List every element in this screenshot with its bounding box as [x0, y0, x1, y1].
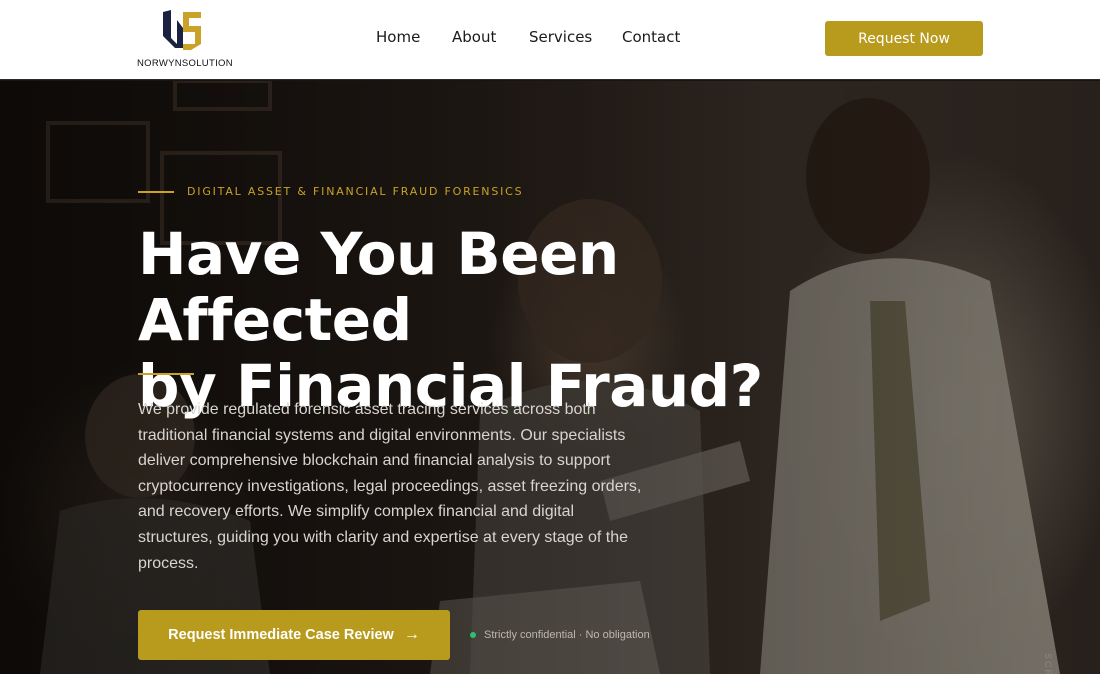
hero-headline: Have You Been Affected by Financial Frau…	[138, 221, 898, 419]
status-dot-icon	[470, 632, 476, 638]
request-now-button[interactable]: Request Now	[825, 21, 983, 56]
hero-headline-line-1: Have You Been Affected	[138, 220, 619, 354]
request-case-review-button[interactable]: Request Immediate Case Review →	[138, 610, 450, 660]
hero-description: We provide regulated forensic asset trac…	[138, 401, 642, 572]
confidentiality-note-text: Strictly confidential · No obligation	[484, 629, 650, 641]
headline-divider	[138, 373, 194, 375]
request-case-review-label: Request Immediate Case Review	[168, 627, 394, 643]
scroll-hint[interactable]: SCR	[1043, 653, 1053, 674]
eyebrow-divider	[138, 191, 174, 193]
confidentiality-note: Strictly confidential · No obligation	[470, 628, 650, 642]
site-header: NORWYNSOLUTION Home About Services Conta…	[0, 0, 1100, 80]
brand-logo[interactable]: NORWYNSOLUTION	[137, 8, 233, 70]
arrow-right-icon: →	[403, 626, 420, 643]
hero-eyebrow: DIGITAL ASSET & FINANCIAL FRAUD FORENSIC…	[187, 185, 524, 198]
nav-item-contact[interactable]: Contact	[622, 28, 680, 46]
brand-name: NORWYNSOLUTION	[137, 58, 233, 69]
logo-mark-icon	[163, 10, 201, 50]
nav-item-home[interactable]: Home	[376, 28, 420, 46]
nav-item-services[interactable]: Services	[529, 28, 592, 46]
hero-section: DIGITAL ASSET & FINANCIAL FRAUD FORENSIC…	[0, 81, 1100, 674]
nav-item-about[interactable]: About	[452, 28, 496, 46]
